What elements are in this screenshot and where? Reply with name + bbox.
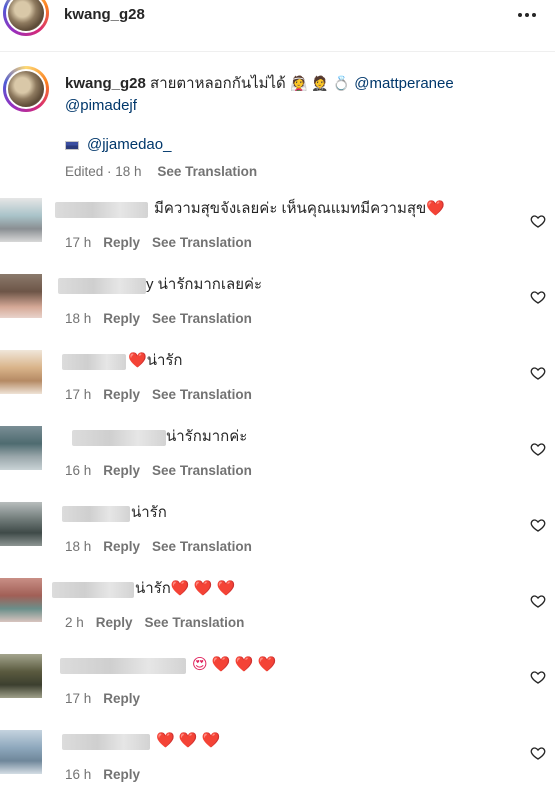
comment-text: ❤️ ❤️ ❤️ bbox=[156, 732, 221, 749]
comment-item: 😍 ❤️ ❤️ ❤️ 17 h Reply bbox=[0, 644, 555, 720]
caption-avatar[interactable] bbox=[3, 66, 49, 112]
like-heart-icon[interactable] bbox=[530, 441, 546, 457]
mention-link[interactable]: @mattperanee bbox=[354, 75, 453, 92]
reply-button[interactable]: Reply bbox=[103, 539, 140, 554]
like-heart-icon[interactable] bbox=[530, 517, 546, 533]
comment-meta: 16 h Reply See Translation bbox=[65, 463, 252, 478]
comment-text: น่ารักมากค่ะ bbox=[166, 428, 248, 445]
see-translation-link[interactable]: See Translation bbox=[152, 311, 252, 326]
post-header: kwang_g28 bbox=[0, 0, 555, 52]
flag-icon bbox=[65, 140, 79, 150]
comment-text: มีความสุขจังเลยค่ะ เห็นคุณแมทมีความสุข❤️ bbox=[154, 200, 445, 217]
comment-item: ❤️น่ารัก 17 h Reply See Translation bbox=[0, 340, 555, 416]
comment-meta: 18 h Reply See Translation bbox=[65, 311, 252, 326]
reply-button[interactable]: Reply bbox=[103, 691, 140, 706]
comment-avatar[interactable] bbox=[0, 426, 42, 470]
reply-button[interactable]: Reply bbox=[96, 615, 133, 630]
blurred-username[interactable] bbox=[58, 278, 146, 294]
reply-button[interactable]: Reply bbox=[103, 387, 140, 402]
see-translation-link[interactable]: See Translation bbox=[145, 615, 245, 630]
like-heart-icon[interactable] bbox=[530, 365, 546, 381]
comment-avatar[interactable] bbox=[0, 654, 42, 698]
comment-item: น่ารักมากค่ะ 16 h Reply See Translation bbox=[0, 416, 555, 492]
comment-item: y น่ารักมากเลยค่ะ 18 h Reply See Translati… bbox=[0, 264, 555, 340]
blurred-username[interactable] bbox=[55, 202, 148, 218]
see-translation-link[interactable]: See Translation bbox=[152, 387, 252, 402]
comment-avatar[interactable] bbox=[0, 198, 42, 242]
caption-line-2: @jjamedao_ bbox=[65, 134, 171, 156]
comment-item: น่ารัก❤️ ❤️ ❤️ 2 h Reply See Translation bbox=[0, 568, 555, 644]
see-translation-link[interactable]: See Translation bbox=[157, 164, 257, 179]
caption-time: Edited · 18 h bbox=[65, 164, 142, 179]
blurred-username[interactable] bbox=[62, 506, 130, 522]
comment-text: น่ารัก❤️ ❤️ ❤️ bbox=[135, 580, 236, 597]
blurred-username[interactable] bbox=[62, 734, 150, 750]
see-translation-link[interactable]: See Translation bbox=[152, 539, 252, 554]
blurred-username[interactable] bbox=[62, 354, 126, 370]
header-username[interactable]: kwang_g28 bbox=[64, 6, 145, 23]
reply-button[interactable]: Reply bbox=[103, 463, 140, 478]
mention-link[interactable]: @pimadejf bbox=[65, 97, 137, 114]
comment-avatar[interactable] bbox=[0, 730, 42, 774]
comment-avatar[interactable] bbox=[0, 274, 42, 318]
like-heart-icon[interactable] bbox=[530, 289, 546, 305]
reply-button[interactable]: Reply bbox=[103, 311, 140, 326]
reply-button[interactable]: Reply bbox=[103, 767, 140, 782]
comment-item: น่ารัก 18 h Reply See Translation bbox=[0, 492, 555, 568]
comment-text: 😍 ❤️ ❤️ ❤️ bbox=[192, 656, 277, 673]
profile-avatar[interactable] bbox=[3, 0, 49, 36]
see-translation-link[interactable]: See Translation bbox=[152, 463, 252, 478]
caption-username[interactable]: kwang_g28 bbox=[65, 75, 146, 92]
see-translation-link[interactable]: See Translation bbox=[152, 235, 252, 250]
comment-text: น่ารัก bbox=[131, 504, 167, 521]
comment-meta: 18 h Reply See Translation bbox=[65, 539, 252, 554]
comment-avatar[interactable] bbox=[0, 350, 42, 394]
like-heart-icon[interactable] bbox=[530, 745, 546, 761]
comment-avatar[interactable] bbox=[0, 502, 42, 546]
caption-meta: Edited · 18 h See Translation bbox=[65, 164, 257, 179]
comment-meta: 16 h Reply bbox=[65, 767, 141, 782]
comment-meta: 2 h Reply See Translation bbox=[65, 615, 245, 630]
comment-text: ❤️น่ารัก bbox=[128, 352, 183, 369]
caption-message: สายตาหลอกกันไม่ได้ bbox=[150, 75, 286, 92]
comment-meta: 17 h Reply See Translation bbox=[65, 235, 252, 250]
comment-avatar[interactable] bbox=[0, 578, 42, 622]
more-options-icon[interactable] bbox=[517, 8, 537, 22]
comment-item: ❤️ ❤️ ❤️ 16 h Reply bbox=[0, 720, 555, 796]
comment-item: มีความสุขจังเลยค่ะ เห็นคุณแมทมีความสุข❤️… bbox=[0, 188, 555, 264]
caption-emojis: 👰 🤵 💍 bbox=[289, 75, 351, 91]
comment-meta: 17 h Reply bbox=[65, 691, 141, 706]
like-heart-icon[interactable] bbox=[530, 593, 546, 609]
mention-link[interactable]: @jjamedao_ bbox=[87, 136, 171, 153]
comment-meta: 17 h Reply See Translation bbox=[65, 387, 252, 402]
blurred-username[interactable] bbox=[60, 658, 186, 674]
like-heart-icon[interactable] bbox=[530, 669, 546, 685]
caption-text: kwang_g28 สายตาหลอกกันไม่ได้ 👰 🤵 💍 @matt… bbox=[65, 72, 535, 117]
comment-text: y น่ารักมากเลยค่ะ bbox=[146, 276, 263, 293]
reply-button[interactable]: Reply bbox=[103, 235, 140, 250]
like-heart-icon[interactable] bbox=[530, 213, 546, 229]
blurred-username[interactable] bbox=[52, 582, 134, 598]
blurred-username[interactable] bbox=[72, 430, 166, 446]
